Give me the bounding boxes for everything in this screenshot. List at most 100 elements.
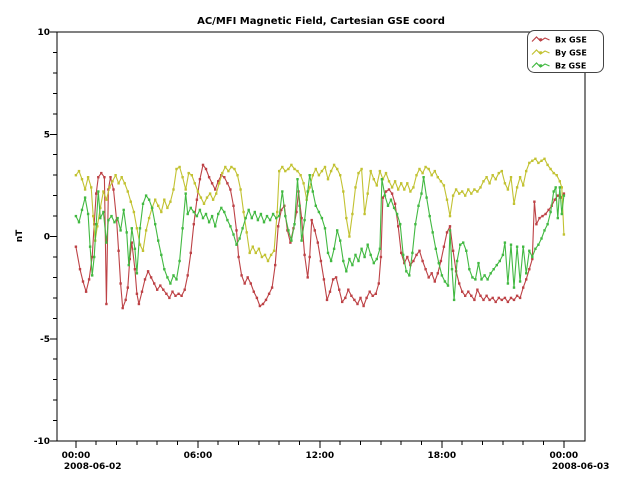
data-point-marker [130,201,132,203]
data-point-marker [431,174,433,176]
data-point-marker [357,172,359,174]
data-point-marker [525,278,527,280]
data-point-marker [437,176,439,178]
data-point-marker [351,264,353,266]
data-point-marker [172,274,174,276]
data-point-marker [259,305,261,307]
data-point-marker [486,278,488,280]
data-point-marker [190,252,192,254]
data-point-marker [309,256,311,258]
data-point-marker [97,190,99,192]
data-point-marker [437,272,439,274]
data-point-marker [482,299,484,301]
data-point-marker [470,295,472,297]
data-point-marker [133,211,135,213]
data-point-marker [342,190,344,192]
data-point-marker [533,201,535,203]
data-point-marker [365,297,367,299]
data-point-marker [488,182,490,184]
data-point-marker [329,291,331,293]
magnetic-field-chart: AC/MFI Magnetic Field, Cartesian GSE coo… [0,0,640,480]
data-point-marker [220,207,222,209]
data-point-marker [256,297,258,299]
data-point-marker [443,184,445,186]
data-point-marker [359,297,361,299]
data-point-marker [559,180,561,182]
data-point-marker [477,262,479,264]
data-point-marker [241,227,243,229]
data-point-marker [211,182,213,184]
data-point-marker [121,176,123,178]
data-point-marker [107,219,109,221]
data-point-marker [214,188,216,190]
data-point-marker [362,305,364,307]
data-point-marker [250,282,252,284]
data-point-marker [287,168,289,170]
data-point-marker [175,168,177,170]
data-point-marker [563,194,565,196]
legend-swatch-marker [539,64,542,67]
data-point-marker [75,215,77,217]
legend[interactable]: Bx GSEBy GSEBz GSE [528,31,604,73]
data-point-marker [344,297,346,299]
data-point-marker [380,256,382,258]
data-point-marker [446,199,448,201]
data-point-marker [345,217,347,219]
data-point-marker [127,190,129,192]
plot-canvas: AC/MFI Magnetic Field, Cartesian GSE coo… [0,0,640,480]
data-point-marker [194,182,196,184]
data-point-marker [166,276,168,278]
data-point-marker [339,174,341,176]
data-point-marker [338,289,340,291]
data-point-marker [82,280,84,282]
plot-area[interactable] [57,32,585,441]
data-point-marker [190,207,192,209]
x-tick-label: 06:00 [184,451,213,461]
data-point-marker [114,174,116,176]
data-point-marker [315,205,317,207]
data-point-marker [363,256,365,258]
data-point-marker [90,186,92,188]
data-point-marker [510,297,512,299]
data-point-marker [363,213,365,215]
data-point-marker [353,299,355,301]
y-tick-label: 5 [44,130,50,140]
data-point-marker [128,264,130,266]
data-point-marker [265,299,267,301]
data-point-marker [188,172,190,174]
data-point-marker [262,303,264,305]
data-point-marker [324,166,326,168]
data-point-marker [151,207,153,209]
data-point-marker [284,215,286,217]
data-point-marker [387,205,389,207]
data-point-marker [290,164,292,166]
data-point-marker [293,223,295,225]
data-point-marker [299,174,301,176]
data-point-marker [95,223,97,225]
data-point-marker [465,250,467,252]
data-point-marker [78,221,80,223]
data-point-marker [559,186,561,188]
data-point-marker [110,215,112,217]
data-point-marker [253,291,255,293]
data-point-marker [549,211,551,213]
data-point-marker [422,176,424,178]
data-point-marker [84,188,86,190]
data-point-marker [244,282,246,284]
data-point-marker [263,221,265,223]
data-point-marker [396,213,398,215]
data-point-marker [154,199,156,201]
data-point-marker [546,223,548,225]
data-point-marker [490,272,492,274]
data-point-marker [105,199,107,201]
data-point-marker [516,295,518,297]
data-point-marker [510,244,512,246]
data-point-marker [296,178,298,180]
data-point-marker [148,199,150,201]
data-point-marker [467,188,469,190]
data-point-marker [79,268,81,270]
data-point-marker [230,166,232,168]
data-point-marker [206,196,208,198]
data-point-marker [409,190,411,192]
data-point-marker [479,186,481,188]
